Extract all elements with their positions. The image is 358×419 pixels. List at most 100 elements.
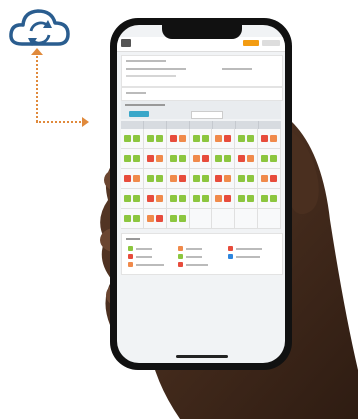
calendar-day-cell[interactable] xyxy=(166,209,190,229)
attendance-status-icon xyxy=(238,155,246,162)
attendance-status-icon xyxy=(215,155,223,162)
calendar-day-cell[interactable] xyxy=(143,149,167,169)
attendance-status-icon xyxy=(215,175,223,182)
header-secondary-button[interactable] xyxy=(262,40,280,46)
attendance-status-icon xyxy=(238,135,246,142)
attendance-status-icon xyxy=(155,175,163,182)
calendar-day-cell[interactable] xyxy=(212,209,236,229)
phone-notch xyxy=(162,25,242,39)
attendance-status-icon xyxy=(261,155,269,162)
attendance-status-icon xyxy=(215,195,223,202)
attendance-status-icon xyxy=(178,135,186,142)
attendance-status-icon xyxy=(247,135,255,142)
calendar-day-cell[interactable] xyxy=(258,129,281,149)
attendance-status-icon xyxy=(169,135,177,142)
calendar-day-cell[interactable] xyxy=(166,169,190,189)
calendar-day-cell[interactable] xyxy=(166,129,190,149)
attendance-status-icon xyxy=(270,175,278,182)
attendance-status-icon xyxy=(192,135,200,142)
cloud-sync-icon xyxy=(9,9,70,46)
attendance-status-icon xyxy=(146,195,154,202)
attendance-status-icon xyxy=(201,135,209,142)
attendance-status-icon xyxy=(224,155,232,162)
home-indicator xyxy=(176,355,228,358)
attendance-status-icon xyxy=(215,135,223,142)
calendar-day-cell[interactable] xyxy=(189,209,213,229)
location-section xyxy=(121,87,283,101)
attendance-status-icon xyxy=(192,195,200,202)
calendar-day-cell[interactable] xyxy=(121,189,144,209)
calendar-day-cell[interactable] xyxy=(189,129,213,149)
attendance-status-icon xyxy=(247,175,255,182)
calendar-day-cell[interactable] xyxy=(235,189,259,209)
attendance-status-icon xyxy=(169,195,177,202)
calendar-day-cell[interactable] xyxy=(235,169,259,189)
attendance-status-icon xyxy=(155,155,163,162)
attendance-status-icon xyxy=(146,175,154,182)
calendar-day-cell[interactable] xyxy=(212,129,236,149)
attendance-status-icon xyxy=(238,195,246,202)
calendar-day-cell[interactable] xyxy=(235,149,259,169)
calendar-day-cell[interactable] xyxy=(166,149,190,169)
attendance-status-icon xyxy=(224,175,232,182)
calendar-day-cell[interactable] xyxy=(121,149,144,169)
attendance-status-icon xyxy=(270,135,278,142)
attendance-status-icon xyxy=(124,155,131,162)
calendar-day-cell[interactable] xyxy=(258,209,281,229)
calendar-day-cell[interactable] xyxy=(235,209,259,229)
attendance-status-icon xyxy=(224,135,232,142)
info-panel xyxy=(121,55,283,87)
calendar-day-cell[interactable] xyxy=(189,169,213,189)
attendance-status-icon xyxy=(146,155,154,162)
calendar-day-cell[interactable] xyxy=(143,189,167,209)
return-button[interactable] xyxy=(129,111,149,117)
attendance-status-icon xyxy=(133,155,140,162)
period-select[interactable] xyxy=(191,111,223,119)
attendance-status-icon xyxy=(133,215,140,222)
calendar-day-cell[interactable] xyxy=(258,189,281,209)
attendance-calendar xyxy=(121,129,281,229)
calendar-day-cell[interactable] xyxy=(235,129,259,149)
calendar-day-cell[interactable] xyxy=(258,169,281,189)
attendance-status-icon xyxy=(201,155,209,162)
attendance-status-icon xyxy=(201,175,209,182)
calendar-day-cell[interactable] xyxy=(121,169,144,189)
connector-vertical xyxy=(36,52,38,122)
attendance-status-icon xyxy=(192,155,200,162)
calendar-day-cell[interactable] xyxy=(212,189,236,209)
legend-panel xyxy=(121,233,283,275)
attendance-status-icon xyxy=(155,135,163,142)
attendance-status-icon xyxy=(261,135,269,142)
attendance-status-icon xyxy=(133,135,140,142)
calendar-day-cell[interactable] xyxy=(143,169,167,189)
calendar-day-cell[interactable] xyxy=(258,149,281,169)
attendance-status-icon xyxy=(169,175,177,182)
app-header xyxy=(117,37,285,52)
attendance-status-icon xyxy=(124,175,131,182)
calendar-day-cell[interactable] xyxy=(212,149,236,169)
calendar-day-cell[interactable] xyxy=(189,189,213,209)
attendance-status-icon xyxy=(192,175,200,182)
attendance-status-icon xyxy=(155,195,163,202)
attendance-status-icon xyxy=(224,195,232,202)
attendance-status-icon xyxy=(178,215,186,222)
calendar-day-cell[interactable] xyxy=(189,149,213,169)
attendance-status-icon xyxy=(238,175,246,182)
calendar-day-cell[interactable] xyxy=(121,129,144,149)
attendance-status-icon xyxy=(124,195,131,202)
attendance-status-icon xyxy=(178,175,186,182)
calendar-day-cell[interactable] xyxy=(143,129,167,149)
brand-logo xyxy=(121,39,131,47)
calendar-header xyxy=(121,121,281,129)
attendance-status-icon xyxy=(178,155,186,162)
attendance-status-icon xyxy=(247,155,255,162)
attendance-status-icon xyxy=(169,155,177,162)
header-action-button[interactable] xyxy=(243,40,259,46)
calendar-day-cell[interactable] xyxy=(212,169,236,189)
attendance-status-icon xyxy=(133,175,140,182)
calendar-day-cell[interactable] xyxy=(143,209,167,229)
calendar-day-cell[interactable] xyxy=(121,209,144,229)
attendance-status-icon xyxy=(169,215,177,222)
attendance-status-icon xyxy=(133,195,140,202)
calendar-day-cell[interactable] xyxy=(166,189,190,209)
